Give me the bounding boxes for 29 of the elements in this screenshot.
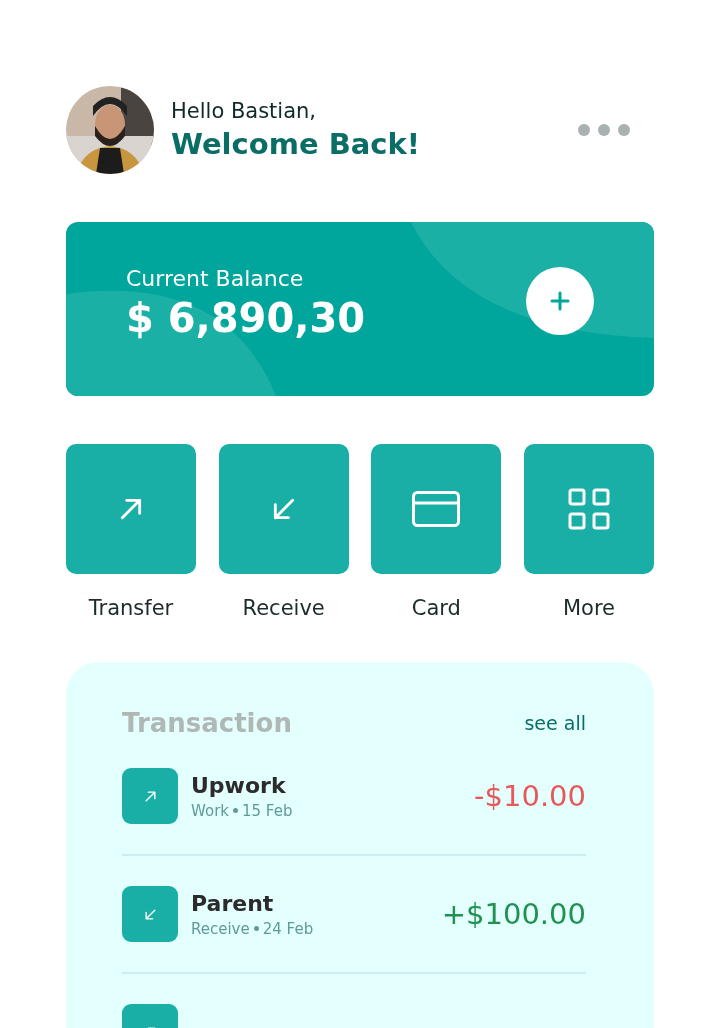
transaction-category: Work	[191, 801, 229, 820]
transaction-amount: -$10.00	[474, 779, 586, 813]
plus-icon	[550, 291, 570, 311]
arrow-down-left-icon	[143, 907, 157, 921]
greeting-text: Hello Bastian,	[171, 99, 318, 123]
section-title: Transaction	[122, 708, 292, 738]
grid-icon	[567, 488, 610, 530]
action-label: Receive	[242, 596, 325, 620]
transaction-date: 24 Feb	[262, 919, 314, 938]
action-label: More	[562, 596, 615, 620]
action-button[interactable]	[371, 444, 502, 574]
see-all-link[interactable]: see all	[524, 712, 586, 734]
welcome-title: Welcome Back!	[171, 127, 422, 161]
transaction-amount: +$100.00	[441, 897, 586, 931]
transaction-name: Parent	[191, 890, 275, 916]
transaction-name: Upwork	[191, 772, 287, 798]
arrow-up-right-icon	[118, 496, 144, 522]
action-label: Card	[411, 596, 461, 620]
separator-dot-icon	[233, 808, 238, 813]
balance-amount: $ 6,890,30	[126, 294, 367, 341]
action-label: Transfer	[88, 596, 174, 620]
separator-dot-icon	[253, 926, 259, 931]
arrow-up-right-icon	[143, 789, 157, 803]
transaction-category: Receive	[191, 919, 250, 938]
balance-label: Current Balance	[126, 265, 305, 291]
transaction-date: 15 Feb	[242, 801, 293, 820]
card-icon	[412, 491, 461, 527]
action-button[interactable]	[218, 444, 349, 574]
action-button[interactable]	[523, 444, 654, 574]
